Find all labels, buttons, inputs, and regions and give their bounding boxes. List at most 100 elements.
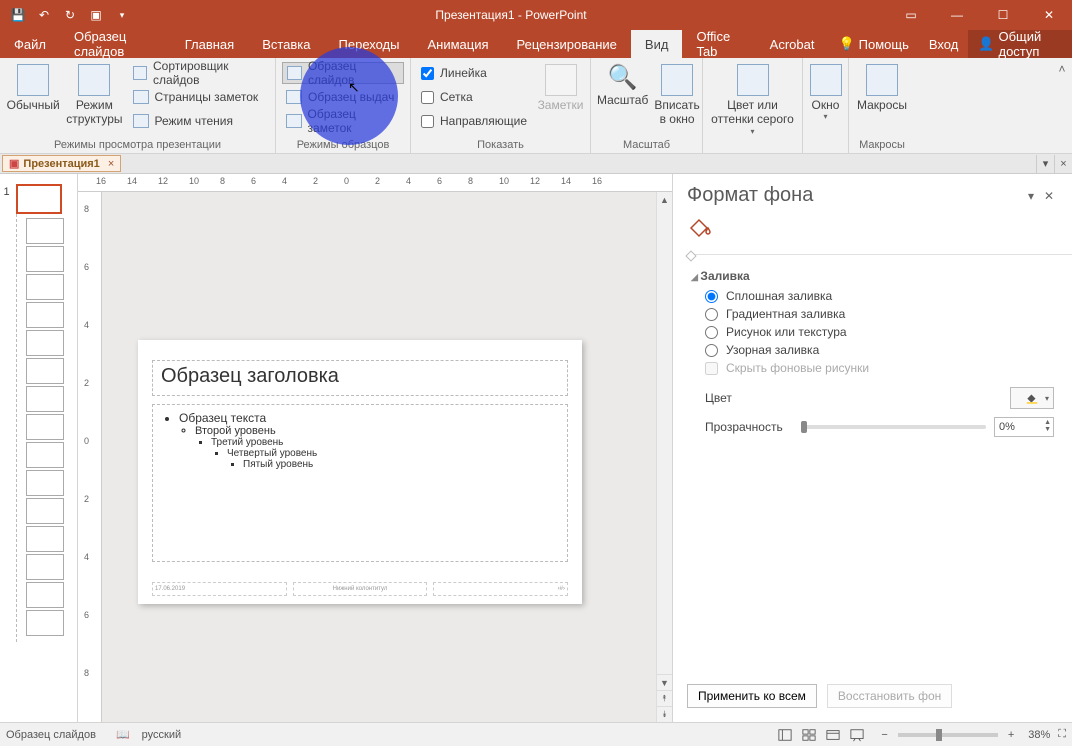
pane-close-icon[interactable]: ✕: [1040, 189, 1058, 203]
qat-more-icon[interactable]: ▾: [110, 3, 134, 27]
zoom-level[interactable]: 38%: [1028, 729, 1050, 741]
zoom-out-button[interactable]: −: [877, 729, 891, 741]
slide-master-button[interactable]: Образец слайдов: [282, 62, 404, 84]
color-grayscale-button[interactable]: Цвет или оттенки серого▾: [709, 62, 796, 149]
status-mode: Образец слайдов: [6, 729, 96, 741]
undo-icon[interactable]: ↶: [32, 3, 56, 27]
layout-thumbnail[interactable]: [26, 498, 64, 524]
fit-to-window-icon[interactable]: ⛶: [1058, 728, 1066, 741]
tab-transitions[interactable]: Переходы: [325, 30, 414, 58]
fit-window-button[interactable]: Вписать в окно: [654, 62, 699, 137]
layout-thumbnail[interactable]: [26, 526, 64, 552]
reading-view-button[interactable]: Режим чтения: [129, 110, 270, 132]
tab-insert[interactable]: Вставка: [248, 30, 324, 58]
window-button[interactable]: Окно▾: [809, 62, 842, 149]
normal-view-button[interactable]: Обычный: [6, 62, 60, 137]
slideshow-view-icon[interactable]: [845, 726, 869, 744]
footer-placeholder[interactable]: Нижний колонтитул: [293, 582, 428, 596]
fill-bucket-icon[interactable]: [687, 215, 711, 239]
pattern-fill-radio[interactable]: Узорная заливка: [705, 343, 1054, 357]
transparency-value[interactable]: 0%▲▼: [994, 417, 1054, 437]
layout-thumbnail[interactable]: [26, 582, 64, 608]
master-thumbnail[interactable]: [16, 184, 62, 214]
tab-office-tab[interactable]: Office Tab: [682, 30, 755, 58]
date-placeholder[interactable]: 17.06.2019: [152, 582, 287, 596]
slideshow-icon[interactable]: ▣: [84, 3, 108, 27]
ribbon-options-icon[interactable]: ▭: [888, 0, 934, 30]
zoom-slider[interactable]: [898, 733, 998, 737]
tab-review[interactable]: Рецензирование: [503, 30, 631, 58]
collapse-ribbon-icon[interactable]: ˄: [1052, 58, 1072, 153]
notes-page-button[interactable]: Страницы заметок: [129, 86, 270, 108]
solid-fill-radio[interactable]: Сплошная заливка: [705, 289, 1054, 303]
save-icon[interactable]: 💾: [6, 3, 30, 27]
signin-button[interactable]: Вход: [919, 37, 968, 52]
reading-view-icon[interactable]: [821, 726, 845, 744]
close-split-icon[interactable]: ×: [1054, 155, 1072, 173]
outline-view-button[interactable]: Режим структуры: [66, 62, 122, 137]
slidenum-placeholder[interactable]: ‹#›: [433, 582, 568, 596]
redo-icon[interactable]: ↻: [58, 3, 82, 27]
minimize-icon[interactable]: —: [934, 0, 980, 30]
handout-master-icon: [286, 90, 302, 104]
group-zoom: Масштаб: [597, 137, 696, 151]
layout-thumbnail[interactable]: [26, 302, 64, 328]
spellcheck-icon[interactable]: 📖: [116, 728, 130, 741]
help-button[interactable]: 💡Помощь: [828, 36, 918, 52]
status-language[interactable]: русский: [142, 729, 181, 741]
ruler-vertical: 864202468: [78, 192, 102, 722]
ruler-checkbox[interactable]: Линейка: [417, 62, 531, 84]
notes-master-button[interactable]: Образец заметок: [282, 110, 404, 132]
normal-view-icon[interactable]: [773, 726, 797, 744]
close-icon[interactable]: ✕: [1026, 0, 1072, 30]
sorter-view-icon[interactable]: [797, 726, 821, 744]
group-macros: Макросы: [855, 137, 909, 151]
maximize-icon[interactable]: ☐: [980, 0, 1026, 30]
pane-options-icon[interactable]: ▾: [1022, 189, 1040, 203]
tab-view[interactable]: Вид: [631, 30, 683, 58]
document-tab[interactable]: ▣ Презентация1 ×: [2, 155, 121, 172]
prev-slide-icon[interactable]: ⯭: [657, 690, 672, 706]
layout-thumbnail[interactable]: [26, 358, 64, 384]
slide-master-canvas[interactable]: Образец заголовка Образец текста Второй …: [138, 340, 582, 604]
macros-button[interactable]: Макросы: [855, 62, 909, 137]
scroll-down-icon[interactable]: ▼: [657, 674, 672, 690]
layout-thumbnail[interactable]: [26, 218, 64, 244]
zoom-in-button[interactable]: +: [1004, 729, 1018, 741]
tab-animations[interactable]: Анимация: [414, 30, 503, 58]
reset-bg-button: Восстановить фон: [827, 684, 952, 708]
share-button[interactable]: 👤Общий доступ: [968, 30, 1072, 58]
powerpoint-icon: ▣: [9, 157, 19, 170]
layout-thumbnail[interactable]: [26, 610, 64, 636]
split-dropdown-icon[interactable]: ▾: [1036, 155, 1054, 173]
fill-section[interactable]: Заливка: [691, 269, 1054, 283]
vertical-scrollbar[interactable]: ▲ ▼ ⯭ ⯯: [656, 192, 672, 722]
tab-acrobat[interactable]: Acrobat: [756, 30, 829, 58]
layout-thumbnail[interactable]: [26, 386, 64, 412]
tab-home[interactable]: Главная: [171, 30, 248, 58]
tab-slide-master[interactable]: Образец слайдов: [60, 30, 171, 58]
zoom-button[interactable]: 🔍Масштаб: [597, 62, 648, 137]
layout-thumbnail[interactable]: [26, 442, 64, 468]
layout-thumbnail[interactable]: [26, 274, 64, 300]
next-slide-icon[interactable]: ⯯: [657, 706, 672, 722]
handout-master-button[interactable]: Образец выдач: [282, 86, 404, 108]
scroll-up-icon[interactable]: ▲: [657, 192, 672, 208]
title-placeholder[interactable]: Образец заголовка: [152, 360, 568, 396]
grid-checkbox[interactable]: Сетка: [417, 86, 531, 108]
apply-all-button[interactable]: Применить ко всем: [687, 684, 817, 708]
content-placeholder[interactable]: Образец текста Второй уровень Третий уро…: [152, 404, 568, 562]
gradient-fill-radio[interactable]: Градиентная заливка: [705, 307, 1054, 321]
slide-sorter-button[interactable]: Сортировщик слайдов: [129, 62, 270, 84]
layout-thumbnail[interactable]: [26, 246, 64, 272]
layout-thumbnail[interactable]: [26, 554, 64, 580]
tab-file[interactable]: Файл: [0, 30, 60, 58]
transparency-slider[interactable]: [801, 425, 986, 429]
guides-checkbox[interactable]: Направляющие: [417, 110, 531, 132]
layout-thumbnail[interactable]: [26, 330, 64, 356]
close-doc-icon[interactable]: ×: [108, 158, 114, 170]
layout-thumbnail[interactable]: [26, 470, 64, 496]
picture-fill-radio[interactable]: Рисунок или текстура: [705, 325, 1054, 339]
layout-thumbnail[interactable]: [26, 414, 64, 440]
color-picker-button[interactable]: [1010, 387, 1054, 409]
